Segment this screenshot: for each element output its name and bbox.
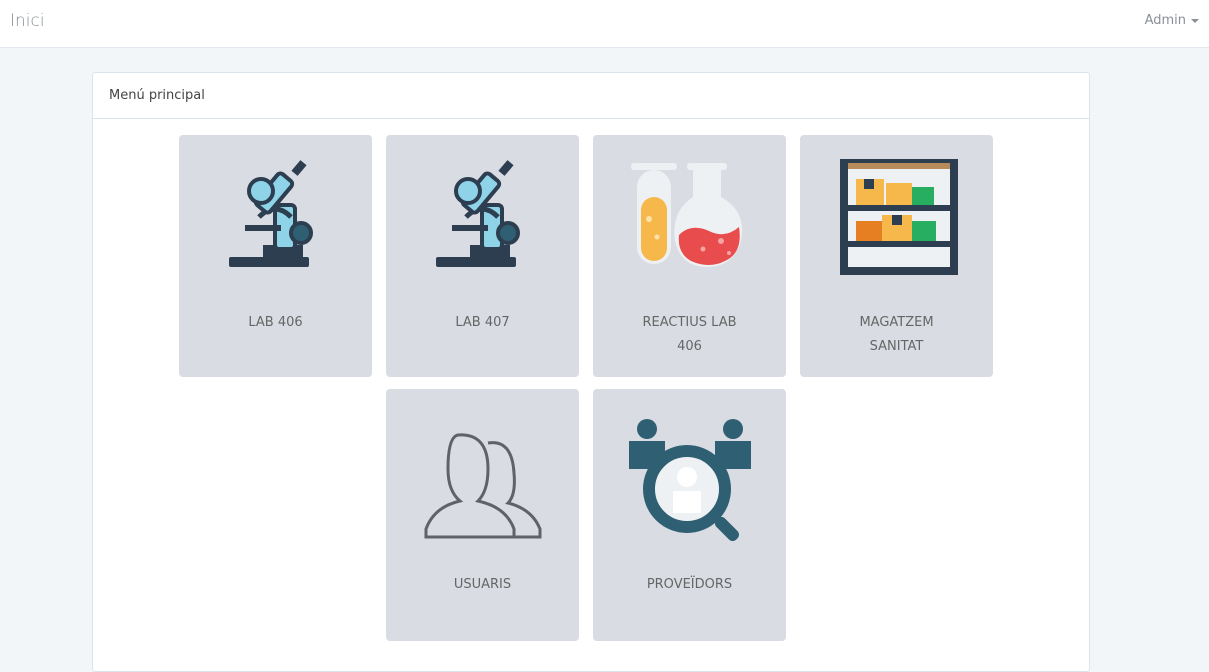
users-icon: [424, 433, 542, 539]
tile-label: LAB 407: [455, 315, 510, 330]
microscope-icon: [436, 160, 520, 267]
tile-magatzem-sanitat[interactable]: MAGATZEM SANITAT: [800, 135, 993, 377]
tile-label: PROVEÏDORS: [646, 577, 733, 592]
user-menu-dropdown[interactable]: Admin: [1145, 13, 1199, 28]
storage-shelf-icon: [840, 159, 958, 275]
lab-flasks-icon: [631, 163, 743, 267]
microscope-icon: [229, 160, 313, 267]
tile-proveidors[interactable]: PROVEÏDORS: [593, 389, 786, 641]
supplier-search-icon: [629, 419, 751, 541]
caret-down-icon: [1191, 18, 1199, 23]
tile-lab-407[interactable]: LAB 407: [386, 135, 579, 377]
tile-lab-406[interactable]: LAB 406: [179, 135, 372, 377]
tile-label: USUARIS: [453, 577, 512, 592]
main-menu-panel: Menú principal LAB 406 LAB 407 REACTIUS …: [92, 72, 1090, 672]
tile-usuaris[interactable]: USUARIS: [386, 389, 579, 641]
tile-label: LAB 406: [248, 315, 303, 330]
tile-label: REACTIUS LAB 406: [642, 315, 737, 354]
user-menu-label: Admin: [1144, 13, 1186, 28]
home-link[interactable]: Inici: [10, 11, 45, 31]
tile-label: MAGATZEM SANITAT: [859, 315, 934, 354]
panel-title: Menú principal: [93, 73, 1089, 119]
top-navbar: Inici Admin: [0, 0, 1209, 48]
tile-reactius-lab-406[interactable]: REACTIUS LAB 406: [593, 135, 786, 377]
